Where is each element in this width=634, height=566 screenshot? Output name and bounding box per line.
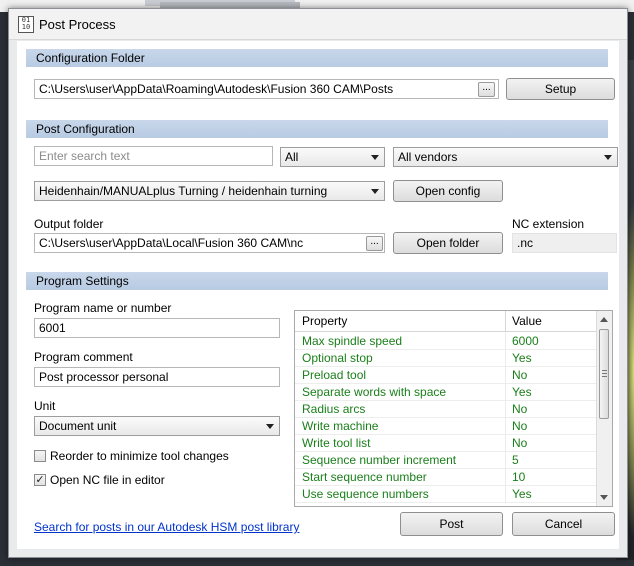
chevron-down-icon (266, 424, 274, 429)
program-name-label: Program name or number (34, 301, 172, 315)
post-button[interactable]: Post (400, 512, 503, 536)
column-separator (505, 383, 506, 400)
chevron-down-icon (371, 189, 379, 194)
post-processor-value: Heidenhain/MANUALplus Turning / heidenha… (39, 184, 328, 198)
program-comment-input[interactable]: Post processor personal (34, 367, 280, 387)
output-folder-browse-button[interactable]: ... (366, 236, 383, 251)
grip-line (602, 370, 607, 371)
program-comment-label: Program comment (34, 350, 133, 364)
post-processor-select[interactable]: Heidenhain/MANUALplus Turning / heidenha… (34, 181, 385, 201)
property-value[interactable]: No (512, 402, 527, 416)
dialog-content: Configuration Folder C:\Users\user\AppDa… (17, 41, 619, 549)
scroll-up-arrow-icon[interactable] (600, 317, 608, 322)
scrollbar-thumb[interactable] (599, 329, 609, 419)
property-name: Use sequence numbers (302, 487, 429, 501)
table-row[interactable]: Max spindle speed 6000 (295, 332, 597, 350)
scroll-down-arrow-icon[interactable] (600, 495, 608, 500)
property-value[interactable]: No (512, 436, 527, 450)
post-search-input[interactable]: Enter search text (34, 146, 273, 166)
section-header-program-settings: Program Settings (26, 272, 608, 290)
post-process-dialog: 01 10 Post Process Configuration Folder C… (8, 8, 628, 558)
column-separator (505, 332, 506, 349)
column-separator (505, 434, 506, 451)
property-name: Optional stop (302, 351, 373, 365)
table-row[interactable]: Use sequence numbers Yes (295, 485, 597, 503)
property-name: Radius arcs (302, 402, 366, 416)
table-row[interactable]: Separate words with space Yes (295, 383, 597, 401)
window-title: Post Process (39, 17, 116, 32)
property-value[interactable]: Yes (512, 351, 532, 365)
nc-extension-label: NC extension (512, 217, 585, 231)
grip-line (602, 373, 607, 374)
table-row[interactable]: Sequence number increment 5 (295, 451, 597, 469)
properties-table[interactable]: Property Value Max spindle speed 6000 Opt… (294, 310, 613, 507)
output-folder-field[interactable]: C:\Users\user\AppData\Local\Fusion 360 C… (34, 233, 385, 253)
property-name: Sequence number increment (302, 453, 457, 467)
property-value[interactable]: No (512, 419, 527, 433)
column-separator (505, 485, 506, 502)
section-header-configuration-folder: Configuration Folder (26, 49, 608, 67)
post-library-link[interactable]: Search for posts in our Autodesk HSM pos… (34, 520, 299, 534)
configuration-folder-field[interactable]: C:\Users\user\AppData\Roaming\Autodesk\F… (34, 79, 499, 99)
property-value[interactable]: 10 (512, 470, 525, 484)
property-name: Write machine (302, 419, 379, 433)
column-separator (505, 451, 506, 468)
table-row[interactable]: Preload tool No (295, 366, 597, 384)
reorder-checkbox[interactable] (34, 450, 46, 462)
chevron-down-icon (604, 155, 612, 160)
nc-extension-field[interactable]: .nc (512, 233, 617, 253)
property-value[interactable]: Yes (512, 385, 532, 399)
column-separator (505, 417, 506, 434)
unit-value: Document unit (39, 419, 117, 433)
cancel-button[interactable]: Cancel (512, 512, 615, 536)
vendor-select[interactable]: All vendors (393, 147, 618, 167)
open-nc-checkbox[interactable]: ✓ (34, 474, 46, 486)
unit-select[interactable]: Document unit (34, 416, 280, 436)
configuration-folder-browse-button[interactable]: ... (478, 82, 495, 97)
grip-line (602, 376, 607, 377)
property-name: Max spindle speed (302, 334, 403, 348)
chevron-down-icon (371, 155, 379, 160)
table-row[interactable]: Write tool list No (295, 434, 597, 452)
program-name-input[interactable]: 6001 (34, 318, 280, 338)
output-folder-label: Output folder (34, 217, 104, 231)
column-header-value: Value (512, 314, 542, 328)
open-config-button[interactable]: Open config (393, 180, 503, 202)
property-name: Start sequence number (302, 470, 427, 484)
property-name: Separate words with space (302, 385, 447, 399)
section-header-post-configuration: Post Configuration (26, 120, 608, 138)
setup-button[interactable]: Setup (506, 78, 615, 100)
app-icon: 01 10 (18, 16, 34, 33)
column-separator (505, 468, 506, 485)
column-header-property: Property (302, 314, 348, 328)
column-separator (505, 311, 506, 331)
table-row[interactable]: Start sequence number 10 (295, 468, 597, 486)
table-row[interactable]: Optional stop Yes (295, 349, 597, 367)
property-value[interactable]: 6000 (512, 334, 539, 348)
table-row[interactable]: Radius arcs No (295, 400, 597, 418)
title-bar: 01 10 Post Process (9, 9, 627, 40)
property-value[interactable]: No (512, 368, 527, 382)
property-name: Preload tool (302, 368, 367, 382)
vendor-value: All vendors (398, 150, 458, 164)
properties-scrollbar[interactable] (596, 311, 612, 506)
properties-table-header: Property Value (295, 311, 597, 332)
property-value[interactable]: 5 (512, 453, 519, 467)
post-filter-select[interactable]: All (280, 147, 385, 167)
column-separator (505, 400, 506, 417)
reorder-label: Reorder to minimize tool changes (50, 449, 229, 463)
column-separator (505, 366, 506, 383)
open-folder-button[interactable]: Open folder (393, 232, 503, 254)
post-filter-value: All (285, 150, 299, 164)
property-value[interactable]: Yes (512, 487, 532, 501)
property-name: Write tool list (302, 436, 371, 450)
open-nc-label: Open NC file in editor (50, 473, 165, 487)
unit-label: Unit (34, 399, 56, 413)
table-row[interactable]: Write machine No (295, 417, 597, 435)
column-separator (505, 349, 506, 366)
